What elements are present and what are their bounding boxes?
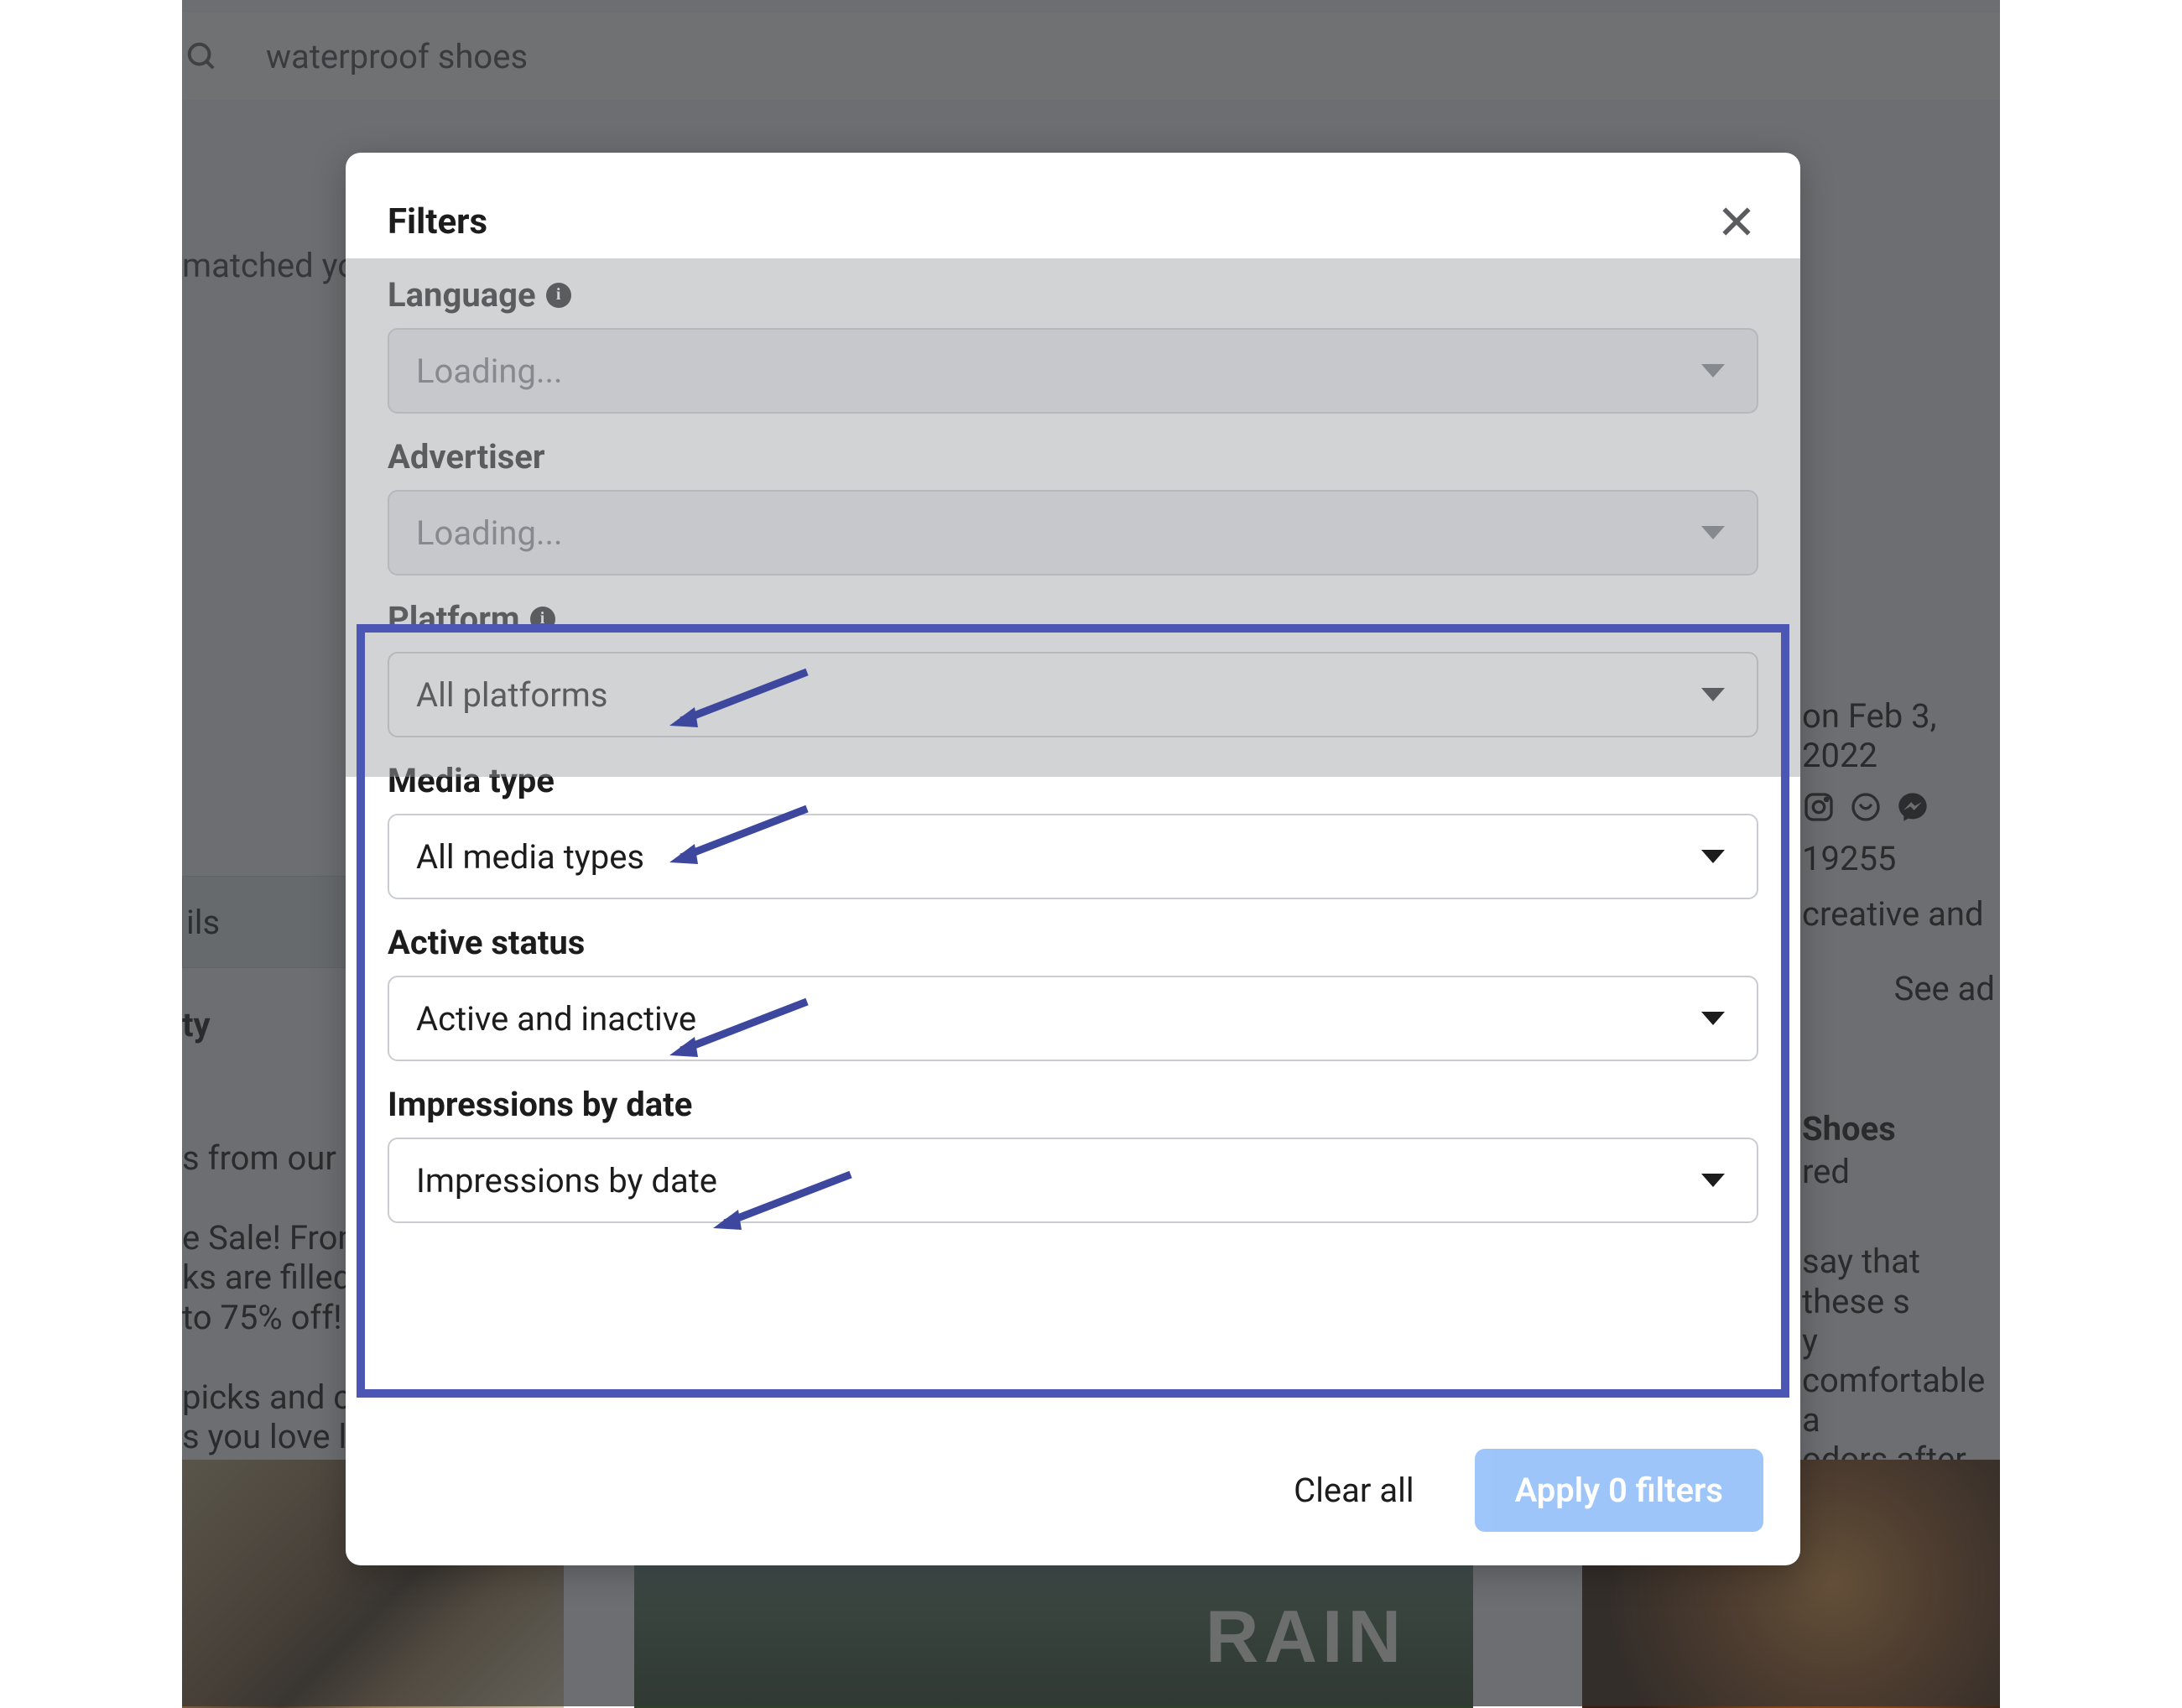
language-select-value: Loading... [416,351,563,391]
info-icon[interactable]: i [530,607,555,632]
info-icon[interactable]: i [546,283,571,308]
chevron-down-icon [1701,364,1725,378]
chevron-down-icon [1701,526,1725,539]
clear-all-button[interactable]: Clear all [1284,1450,1424,1530]
advertiser-select-value: Loading... [416,513,563,553]
modal-title: Filters [388,201,487,242]
active-status-select[interactable]: Active and inactive [388,976,1758,1061]
chevron-down-icon [1701,850,1725,863]
language-filter-group: Language i Loading... [388,275,1758,414]
language-label: Language [388,275,536,315]
media-type-label: Media type [388,761,555,800]
chevron-down-icon [1701,1174,1725,1187]
platform-filter-group: Platform i All platforms [388,599,1758,737]
media-type-filter-group: Media type All media types [388,761,1758,899]
advertiser-filter-group: Advertiser Loading... [388,437,1758,575]
impressions-select[interactable]: Impressions by date [388,1138,1758,1223]
media-type-select-value: All media types [416,837,644,877]
filters-modal: Filters Language i Loading... Advertiser [346,153,1800,1565]
impressions-label: Impressions by date [388,1085,692,1124]
advertiser-select[interactable]: Loading... [388,490,1758,575]
apply-filters-button[interactable]: Apply 0 filters [1475,1449,1763,1532]
active-status-label: Active status [388,923,585,962]
platform-select[interactable]: All platforms [388,652,1758,737]
advertiser-label: Advertiser [388,437,545,476]
media-type-select[interactable]: All media types [388,814,1758,899]
language-select[interactable]: Loading... [388,328,1758,414]
close-icon [1718,203,1755,240]
chevron-down-icon [1701,1012,1725,1025]
platform-select-value: All platforms [416,675,608,715]
impressions-select-value: Impressions by date [416,1161,717,1200]
active-status-filter-group: Active status Active and inactive [388,923,1758,1061]
close-button[interactable] [1715,200,1758,243]
active-status-select-value: Active and inactive [416,999,696,1039]
chevron-down-icon [1701,688,1725,701]
platform-label: Platform [388,599,520,638]
impressions-filter-group: Impressions by date Impressions by date [388,1085,1758,1223]
